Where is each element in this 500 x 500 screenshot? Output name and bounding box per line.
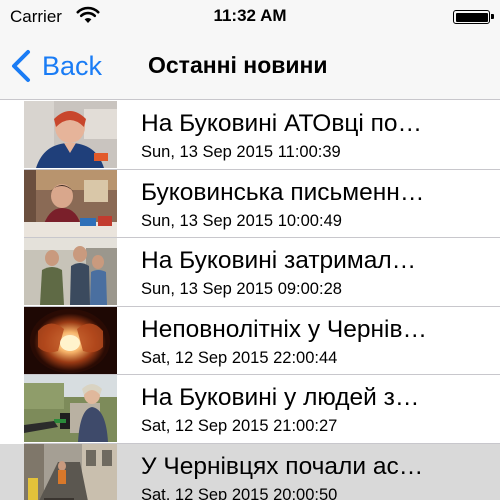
battery-icon <box>453 10 494 24</box>
glowing-hands-photo <box>24 306 117 374</box>
news-date: Sat, 12 Sep 2015 21:00:27 <box>141 417 338 435</box>
news-title: Неповнолітніх у Чернів… <box>141 315 427 343</box>
back-button[interactable]: Back <box>10 32 102 100</box>
news-row-selected[interactable]: У Чернівцях почали ас… Sat, 12 Sep 2015 … <box>0 443 500 500</box>
news-row[interactable]: На Буковині затримал… Sun, 13 Sep 2015 0… <box>0 238 500 307</box>
chevron-left-icon <box>12 50 30 82</box>
writer-at-table-photo <box>24 169 117 237</box>
news-row[interactable]: На Буковині у людей з… Sat, 12 Sep 2015 … <box>0 375 500 444</box>
news-date: Sun, 13 Sep 2015 10:00:49 <box>141 211 342 230</box>
news-row[interactable]: Буковинська письменн… Sun, 13 Sep 2015 1… <box>0 169 500 238</box>
news-date: Sat, 12 Sep 2015 22:00:44 <box>141 348 338 367</box>
news-title: На Буковині у людей з… <box>141 384 420 411</box>
news-title: На Буковині АТОвці по… <box>141 110 423 137</box>
woman-interview-outdoors-photo <box>24 375 117 442</box>
road-works-photo <box>24 443 117 500</box>
woman-portrait-photo <box>24 101 117 168</box>
news-title: Буковинська письменн… <box>141 178 425 206</box>
battery-fill <box>455 12 488 22</box>
navigation-bar: Back Останні новини <box>0 32 500 100</box>
news-date: Sat, 12 Sep 2015 20:00:50 <box>141 485 338 500</box>
page-title: Останні новини <box>148 52 328 78</box>
news-title: На Буковині затримал… <box>141 247 417 274</box>
news-list[interactable]: На Буковині АТОвці по… Sun, 13 Sep 2015 … <box>0 101 500 500</box>
news-row[interactable]: На Буковині АТОвці по… Sun, 13 Sep 2015 … <box>0 101 500 170</box>
status-time: 11:32 AM <box>213 6 287 25</box>
status-bar: Carrier 11:32 AM <box>0 0 500 32</box>
men-in-corridor-photo <box>24 238 117 305</box>
news-row[interactable]: Неповнолітніх у Чернів… Sat, 12 Sep 2015… <box>0 306 500 375</box>
news-date: Sun, 13 Sep 2015 11:00:39 <box>141 143 341 161</box>
back-label: Back <box>42 50 103 81</box>
news-title: У Чернівцях почали ас… <box>141 452 424 480</box>
news-date: Sun, 13 Sep 2015 09:00:28 <box>141 280 342 298</box>
